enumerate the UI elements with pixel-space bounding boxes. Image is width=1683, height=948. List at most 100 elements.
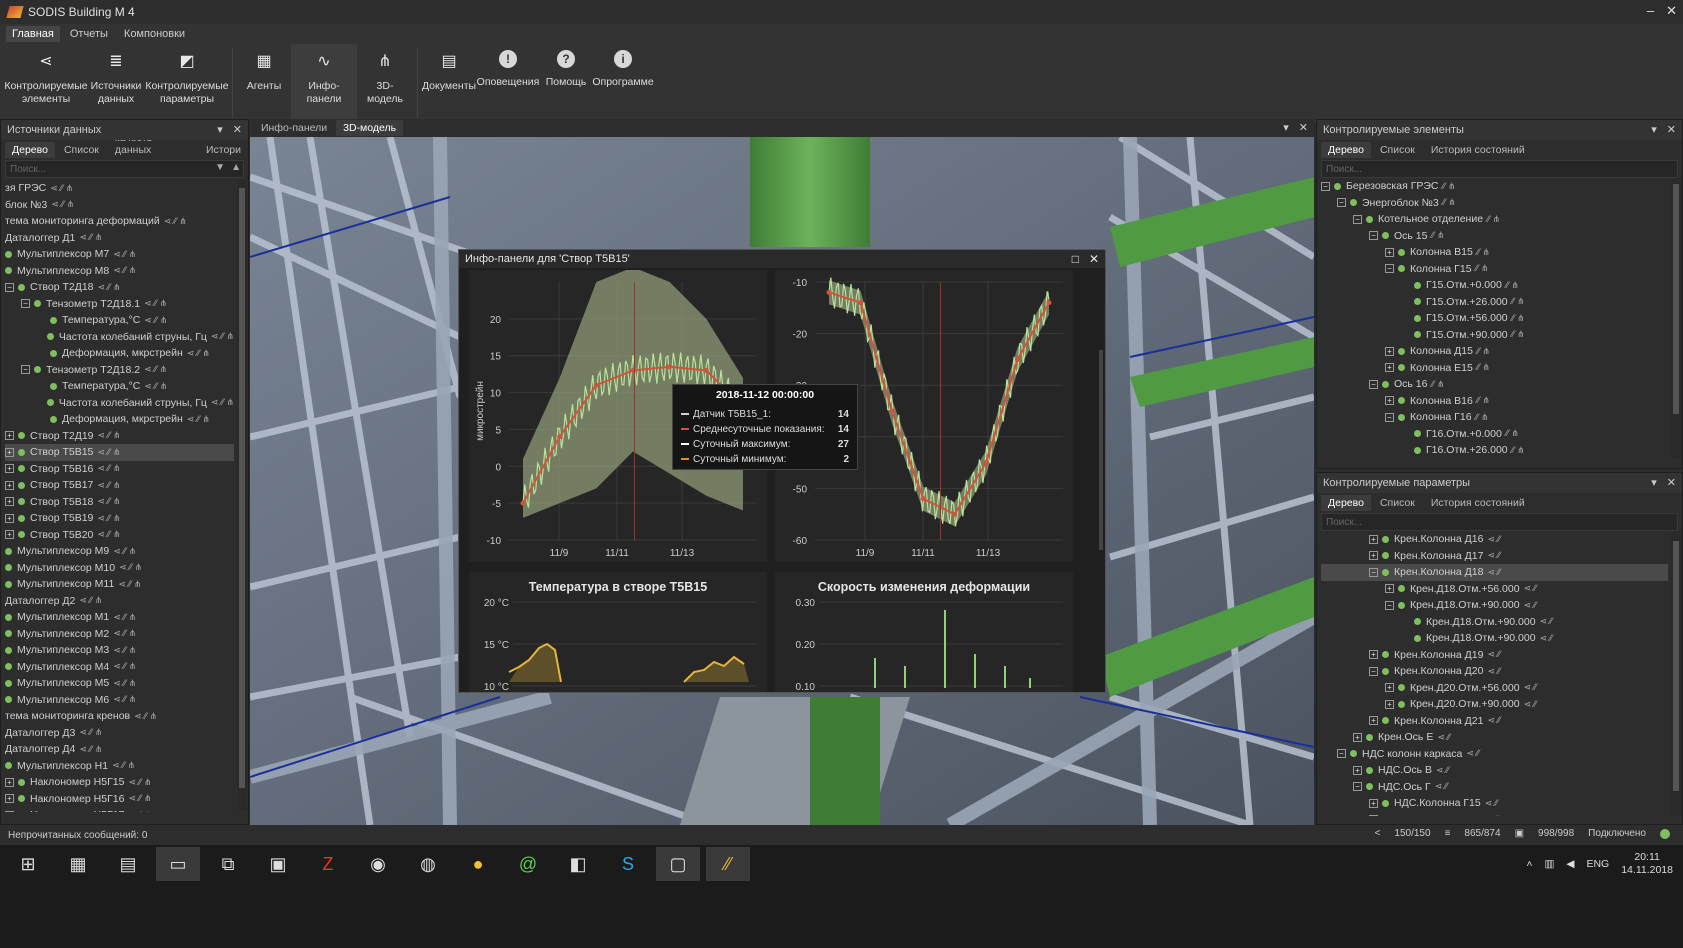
tree-item[interactable]: Мультиплексор М5 ⋖ ⁄⁄ ⋔: [5, 675, 234, 692]
tree-item[interactable]: + Крен.Колонна Д17 ⋖ ⁄⁄: [1321, 548, 1668, 565]
tree-item[interactable]: − Березовская ГРЭС ⁄⁄ ⋔: [1321, 178, 1668, 195]
tree-item[interactable]: − Тензометр Т2Д18.1 ⋖ ⁄⁄ ⋔: [5, 296, 234, 313]
tree-item[interactable]: + Крен.Колонна Д19 ⋖ ⁄⁄: [1321, 647, 1668, 664]
dropdown-icon[interactable]: ▾: [1283, 121, 1289, 134]
tree-item[interactable]: − Крен.Колонна Д18 ⋖ ⁄⁄: [1321, 564, 1668, 581]
tab-list[interactable]: Список: [1373, 495, 1422, 511]
tree-item[interactable]: тема мониторинга кренов ⋖ ⁄⁄ ⋔: [5, 708, 234, 725]
mail-agent-icon[interactable]: @: [506, 847, 550, 881]
ribbon-button-infopanel[interactable]: ∿ Инфо-панели: [291, 44, 357, 122]
collapse-icon[interactable]: −: [5, 282, 14, 292]
tree-item[interactable]: + Крен.Ось Е ⋖ ⁄⁄: [1321, 729, 1668, 746]
tree-item[interactable]: + Колонна Е15 ⁄⁄ ⋔: [1321, 360, 1668, 377]
expand-icon[interactable]: +: [1353, 732, 1362, 742]
store-app-icon[interactable]: ◧: [556, 847, 600, 881]
tab-info-panels[interactable]: Инфо-панели: [254, 120, 334, 136]
menu-reports[interactable]: Отчеты: [64, 26, 114, 42]
network-icon[interactable]: ▥: [1544, 858, 1554, 870]
clock[interactable]: 20:11 14.11.2018: [1621, 851, 1673, 877]
ribbon-button-3d-model[interactable]: ⋔ 3D-модель: [357, 44, 413, 122]
collapse-icon[interactable]: −: [5, 810, 14, 812]
collapse-icon[interactable]: −: [1385, 600, 1394, 610]
tree-item[interactable]: + Створ Т5В19 ⋖ ⁄⁄ ⋔: [5, 510, 234, 527]
tree-item[interactable]: Мультиплексор М2 ⋖ ⁄⁄ ⋔: [5, 626, 234, 643]
expand-icon[interactable]: +: [1369, 798, 1378, 808]
tree-item[interactable]: Мультиплексор Н1 ⋖ ⁄⁄ ⋔: [5, 758, 234, 775]
tab-tree[interactable]: Дерево: [5, 142, 55, 158]
tree-item[interactable]: − Котельное отделение ⁄⁄ ⋔: [1321, 211, 1668, 228]
tree-item[interactable]: Деформация, мкрстрейн ⋖ ⁄⁄ ⋔: [5, 345, 234, 362]
tree-item[interactable]: + Колонна Д15 ⁄⁄ ⋔: [1321, 343, 1668, 360]
tree-item[interactable]: + Створ Т5В20 ⋖ ⁄⁄ ⋔: [5, 527, 234, 544]
deformation-rate-chart[interactable]: Скорость изменения деформации 0.30 0.20 0.…: [775, 572, 1073, 693]
tree-item[interactable]: + Створ Т5В17 ⋖ ⁄⁄ ⋔: [5, 477, 234, 494]
tree-item[interactable]: Г15.Отм.+90.000 ⁄⁄ ⋔: [1321, 327, 1668, 344]
tree-item[interactable]: − Ось 16 ⁄⁄ ⋔: [1321, 376, 1668, 393]
expand-icon[interactable]: +: [1385, 346, 1394, 356]
lock-app-icon[interactable]: ◍: [406, 847, 450, 881]
tree-item[interactable]: + Крен.Д18.Отм.+56.000 ⋖ ⁄⁄: [1321, 581, 1668, 598]
tree-item[interactable]: − Колонна Г16 ⁄⁄ ⋔: [1321, 409, 1668, 426]
expand-icon[interactable]: +: [5, 431, 14, 441]
tree-item[interactable]: + Створ Т5В18 ⋖ ⁄⁄ ⋔: [5, 494, 234, 511]
expand-icon[interactable]: +: [1369, 815, 1378, 816]
tree-item[interactable]: Даталоггер Д4 ⋖ ⁄⁄ ⋔: [5, 741, 234, 758]
scrollbar[interactable]: [1099, 350, 1103, 550]
dropdown-icon[interactable]: ▾: [1651, 476, 1657, 489]
tree-item[interactable]: Мультиплексор М8 ⋖ ⁄⁄ ⋔: [5, 263, 234, 280]
tree-item[interactable]: Частота колебаний струны, Гц ⋖ ⁄⁄ ⋔: [5, 329, 234, 346]
maximize-icon[interactable]: □: [1072, 252, 1079, 266]
dropdown-icon[interactable]: ▾: [217, 123, 223, 136]
tree-item[interactable]: Мультиплексор М1 ⋖ ⁄⁄ ⋔: [5, 609, 234, 626]
tree-item[interactable]: Мультиплексор М4 ⋖ ⁄⁄ ⋔: [5, 659, 234, 676]
volume-icon[interactable]: ◀: [1566, 858, 1574, 870]
tab-tree[interactable]: Дерево: [1321, 495, 1371, 511]
tree-item[interactable]: Г15.Отм.+26.000 ⁄⁄ ⋔: [1321, 294, 1668, 311]
tree-item[interactable]: − Колонна Г15 ⁄⁄ ⋔: [1321, 261, 1668, 278]
close-window-icon[interactable]: ✕: [1666, 3, 1677, 19]
tree-item[interactable]: + НДС.Колонна Г16 ⋖ ⁄⁄: [1321, 812, 1668, 816]
search-input[interactable]: Поиск...: [1321, 513, 1678, 531]
minimize-icon[interactable]: –: [1647, 3, 1654, 19]
tab-state-history[interactable]: История состояний: [1424, 495, 1532, 511]
tree-item[interactable]: Мультиплексор М7 ⋖ ⁄⁄ ⋔: [5, 246, 234, 263]
collapse-icon[interactable]: −: [1321, 181, 1330, 191]
expand-icon[interactable]: +: [5, 777, 14, 787]
network-app-icon[interactable]: ▦: [56, 847, 100, 881]
temperature-chart[interactable]: Температура в створе Т5В15 20 °C 15 °C 10 …: [469, 572, 767, 693]
tab-tree[interactable]: Дерево: [1321, 142, 1371, 158]
tree-item[interactable]: Деформация, мкрстрейн ⋖ ⁄⁄ ⋔: [5, 411, 234, 428]
tree-item[interactable]: Г16.Отм.+0.000 ⁄⁄ ⋔: [1321, 426, 1668, 443]
tree-item[interactable]: + Колонна В15 ⁄⁄ ⋔: [1321, 244, 1668, 261]
collapse-icon[interactable]: −: [1353, 782, 1362, 792]
expand-icon[interactable]: +: [1385, 247, 1394, 257]
collapse-icon[interactable]: −: [21, 299, 30, 309]
tree-item[interactable]: − НДС колонн каркаса ⋖ ⁄⁄: [1321, 746, 1668, 763]
tree-item[interactable]: − Тензометр Т2Д18.2 ⋖ ⁄⁄ ⋔: [5, 362, 234, 379]
search-input[interactable]: Поиск... ▼ ▲: [5, 160, 244, 178]
expand-icon[interactable]: +: [1385, 363, 1394, 373]
expand-icon[interactable]: +: [1385, 699, 1394, 709]
collapse-icon[interactable]: −: [1369, 567, 1378, 577]
tree-item[interactable]: − Ось 15 ⁄⁄ ⋔: [1321, 228, 1668, 245]
collapse-icon[interactable]: −: [1337, 749, 1346, 759]
tree-item[interactable]: Г15.Отм.+0.000 ⁄⁄ ⋔: [1321, 277, 1668, 294]
ribbon-button-share[interactable]: ⋖ Контролируемые элементы: [4, 44, 87, 122]
tree-item[interactable]: − Энергоблок №3 ⁄⁄ ⋔: [1321, 195, 1668, 212]
tree-item[interactable]: + Наклономер Н5Г15 ⋖ ⁄⁄ ⋔: [5, 774, 234, 791]
tree-item[interactable]: − НДС.Ось Г ⋖ ⁄⁄: [1321, 779, 1668, 796]
tree-item[interactable]: + Крен.Д20.Отм.+90.000 ⋖ ⁄⁄: [1321, 696, 1668, 713]
tab-3d-model[interactable]: 3D-модель: [336, 120, 404, 136]
remote-desktop-icon[interactable]: ⧉: [206, 847, 250, 881]
ribbon-button-datasource[interactable]: ≣ Источники данных: [86, 44, 146, 122]
scrollbar[interactable]: [1671, 531, 1681, 816]
filter-icon[interactable]: ▼: [215, 162, 225, 173]
scrollbar[interactable]: [1671, 178, 1681, 458]
tree-item[interactable]: + Створ Т5В15 ⋖ ⁄⁄ ⋔: [5, 444, 234, 461]
video-app-icon[interactable]: ▢: [656, 847, 700, 881]
tree-item[interactable]: + Наклономер Н5Г16 ⋖ ⁄⁄ ⋔: [5, 791, 234, 808]
collapse-icon[interactable]: −: [1385, 412, 1394, 422]
close-icon[interactable]: ✕: [1667, 123, 1676, 136]
tree-item[interactable]: + Крен.Колонна Д21 ⋖ ⁄⁄: [1321, 713, 1668, 730]
expand-icon[interactable]: +: [1369, 534, 1378, 544]
